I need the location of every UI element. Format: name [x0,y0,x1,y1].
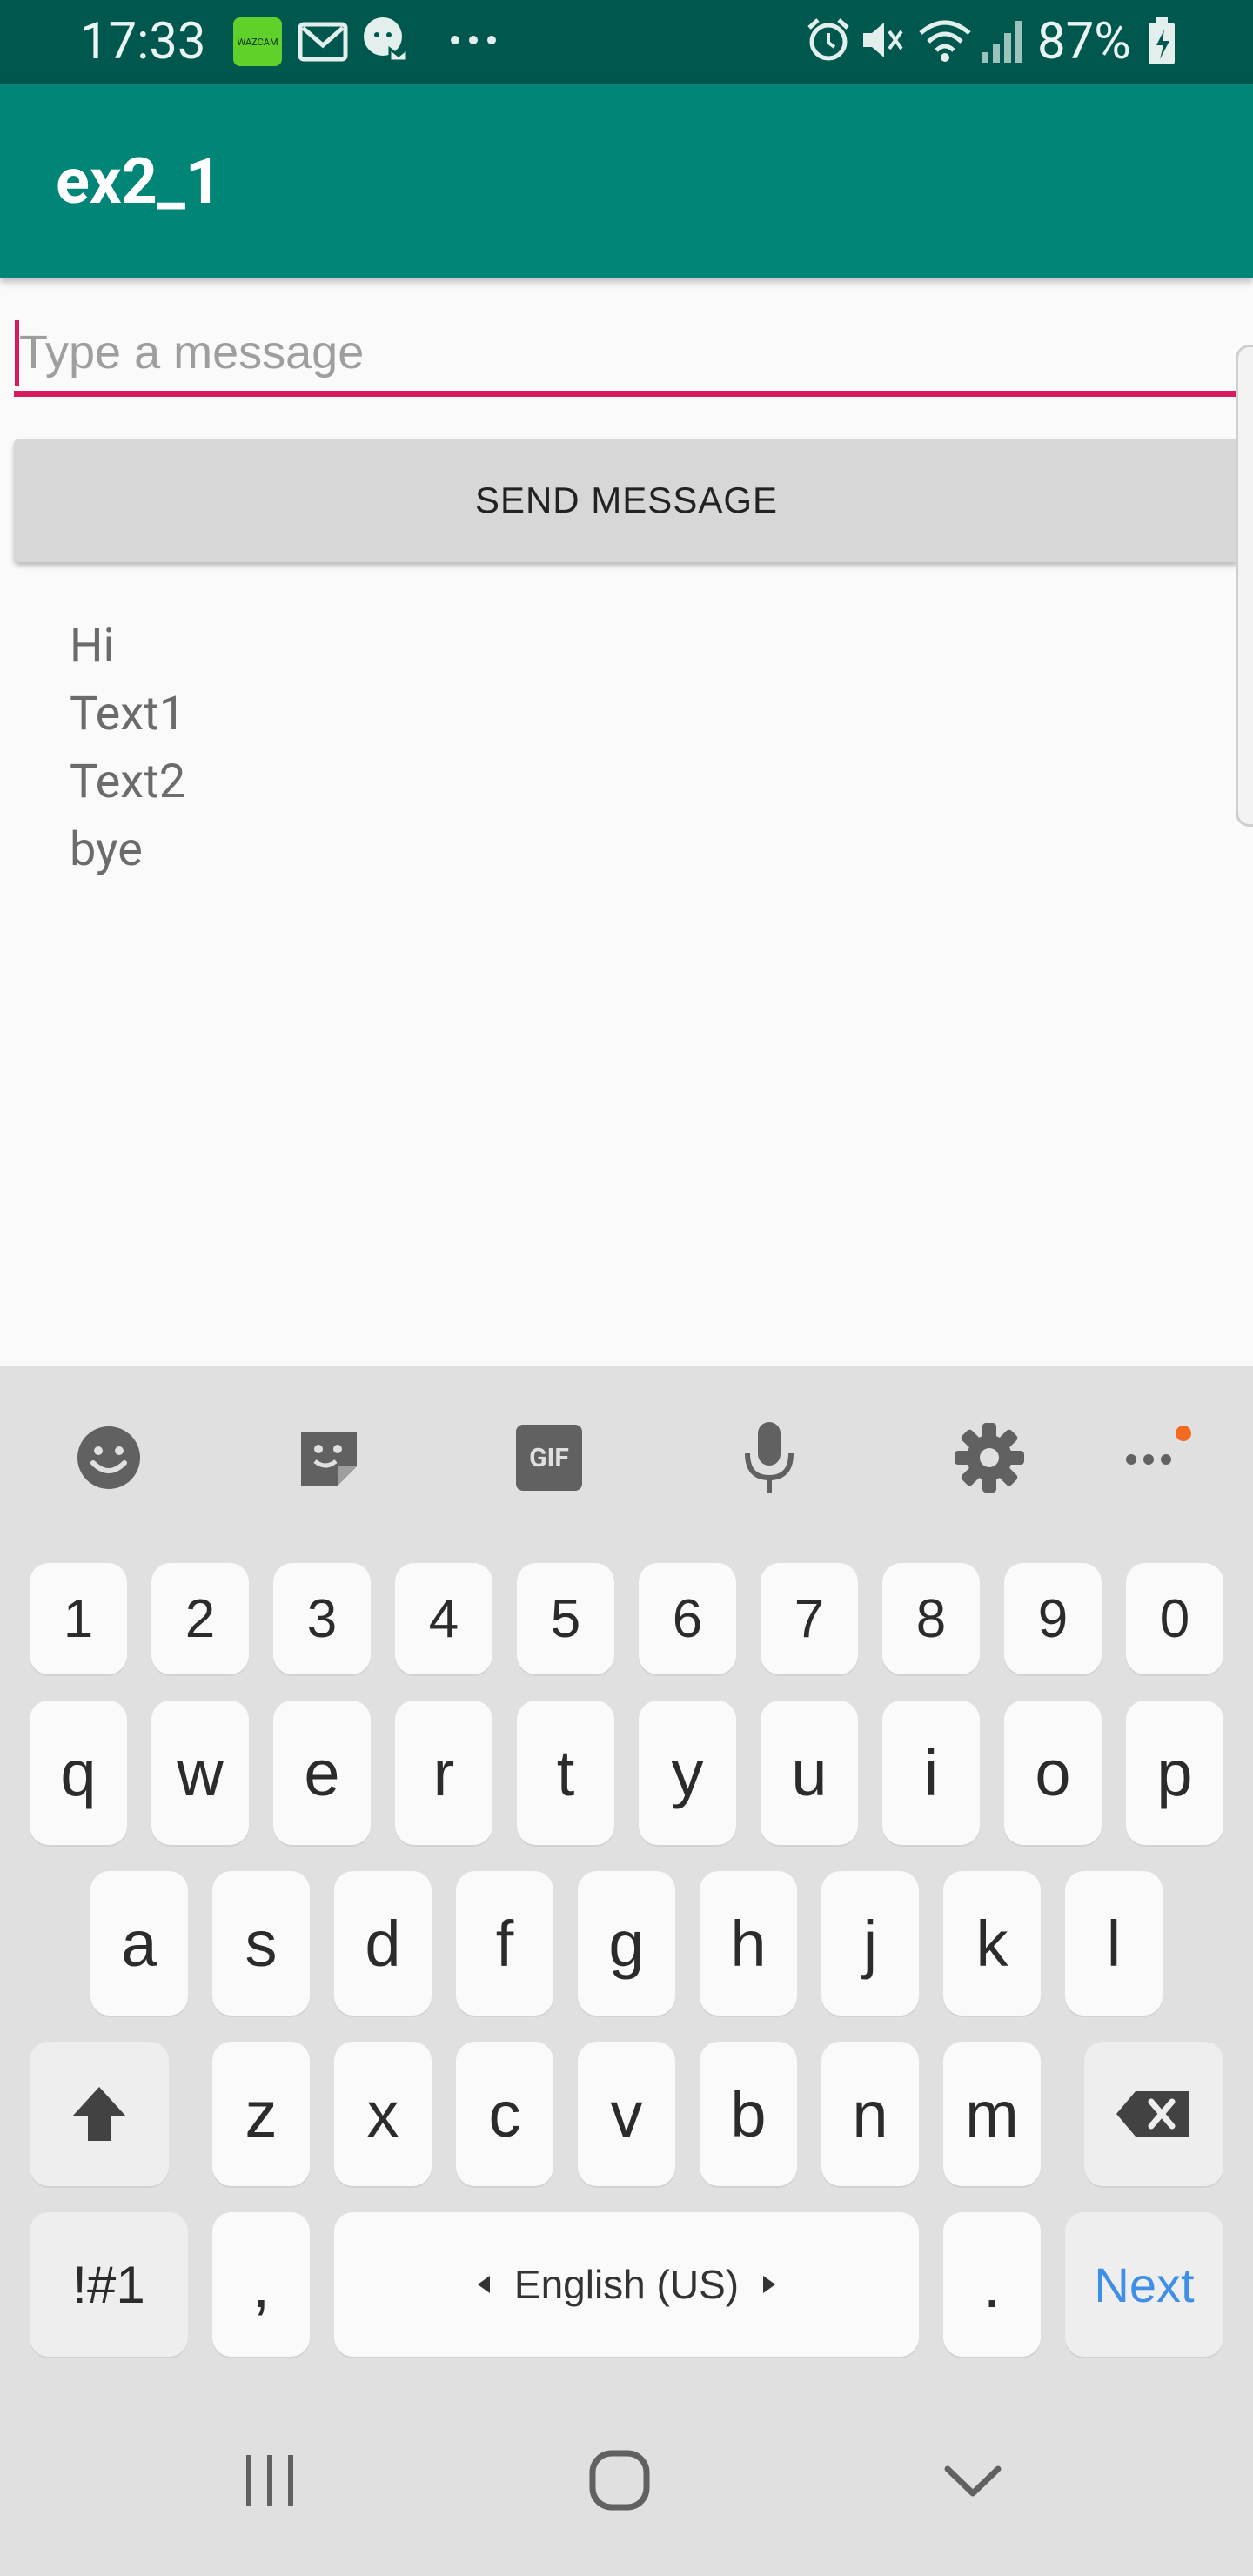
navigation-bar [0,2385,1253,2576]
key-8[interactable]: 8 [882,1563,980,1674]
key-s[interactable]: s [212,1871,310,2016]
message-item: bye [70,822,143,877]
next-key[interactable]: Next [1065,2212,1223,2357]
key-1[interactable]: 1 [30,1563,127,1674]
gif-label: GIF [529,1442,569,1473]
key-2[interactable]: 2 [151,1563,249,1674]
alarm-icon [804,16,853,68]
wazcam-app-icon: WAZCAM [233,17,282,66]
messaging-icon [360,14,414,71]
message-item: Hi [70,619,115,674]
key-c[interactable]: c [456,2042,553,2186]
key-e[interactable]: e [273,1701,371,1845]
key-t[interactable]: t [517,1701,614,1845]
space-bar-label: English (US) [513,2262,740,2307]
message-item: Text2 [70,755,186,809]
home-icon[interactable] [567,2428,672,2532]
arrow-right-icon [763,2276,776,2293]
key-3[interactable]: 3 [273,1563,371,1674]
key-j[interactable]: j [821,1871,919,2016]
key-5[interactable]: 5 [517,1563,614,1674]
backspace-icon [1116,2091,1189,2137]
wifi-icon [917,16,973,68]
app-bar: ex2_1 [0,84,1253,278]
key-o[interactable]: o [1004,1701,1102,1845]
sticker-icon[interactable] [281,1410,377,1506]
more-icon[interactable] [1107,1410,1203,1506]
battery-charging-icon [1147,17,1176,70]
text-cursor [15,320,19,386]
key-4[interactable]: 4 [395,1563,492,1674]
battery-percent: 87% [1037,12,1131,71]
status-time: 17:33 [80,12,206,71]
key-7[interactable]: 7 [761,1563,858,1674]
gmail-icon [298,19,348,68]
key-d[interactable]: d [334,1871,432,2016]
message-list: Hi Text1 Text2 bye [70,613,185,884]
microphone-icon[interactable] [721,1410,817,1506]
gif-icon[interactable]: GIF [501,1410,597,1506]
key-v[interactable]: v [578,2042,675,2186]
backspace-key[interactable] [1084,2042,1223,2186]
key-u[interactable]: u [761,1701,858,1845]
edge-panel-handle[interactable] [1236,345,1253,827]
key-n[interactable]: n [821,2042,919,2186]
comma-key[interactable]: , [212,2212,310,2357]
space-bar[interactable]: English (US) [334,2212,919,2357]
key-f[interactable]: f [456,1871,553,2016]
key-z[interactable]: z [212,2042,310,2186]
settings-icon[interactable] [941,1410,1037,1506]
shift-icon [72,2087,126,2141]
key-q[interactable]: q [30,1701,127,1845]
key-h[interactable]: h [700,1871,797,2016]
key-g[interactable]: g [578,1871,675,2016]
shift-key[interactable] [30,2042,169,2186]
mute-icon [856,16,905,68]
key-y[interactable]: y [639,1701,736,1845]
message-item: Text1 [70,687,186,741]
key-w[interactable]: w [151,1701,249,1845]
message-input[interactable] [14,313,1239,397]
period-key[interactable]: . [943,2212,1041,2357]
key-6[interactable]: 6 [639,1563,736,1674]
recent-apps-icon[interactable] [218,2428,322,2532]
key-r[interactable]: r [395,1701,492,1845]
wazcam-label: WAZCAM [237,36,278,48]
key-m[interactable]: m [943,2042,1041,2186]
status-bar: 17:33 WAZCAM 87% [0,0,1253,84]
symbols-key[interactable]: !#1 [30,2212,188,2357]
key-l[interactable]: l [1065,1871,1163,2016]
next-key-label: Next [1094,2257,1195,2312]
key-0[interactable]: 0 [1126,1563,1223,1674]
key-x[interactable]: x [334,2042,432,2186]
key-p[interactable]: p [1126,1701,1223,1845]
back-icon[interactable] [921,2428,1025,2532]
more-dots-icon [449,33,498,50]
key-k[interactable]: k [943,1871,1041,2016]
signal-icon [980,17,1025,68]
arrow-left-icon [477,2276,490,2293]
emoji-icon[interactable] [61,1410,157,1506]
app-title: ex2_1 [56,144,222,218]
key-b[interactable]: b [700,2042,797,2186]
key-i[interactable]: i [882,1701,980,1845]
send-message-button[interactable]: SEND MESSAGE [14,439,1239,562]
key-a[interactable]: a [90,1871,188,2016]
key-9[interactable]: 9 [1004,1563,1102,1674]
